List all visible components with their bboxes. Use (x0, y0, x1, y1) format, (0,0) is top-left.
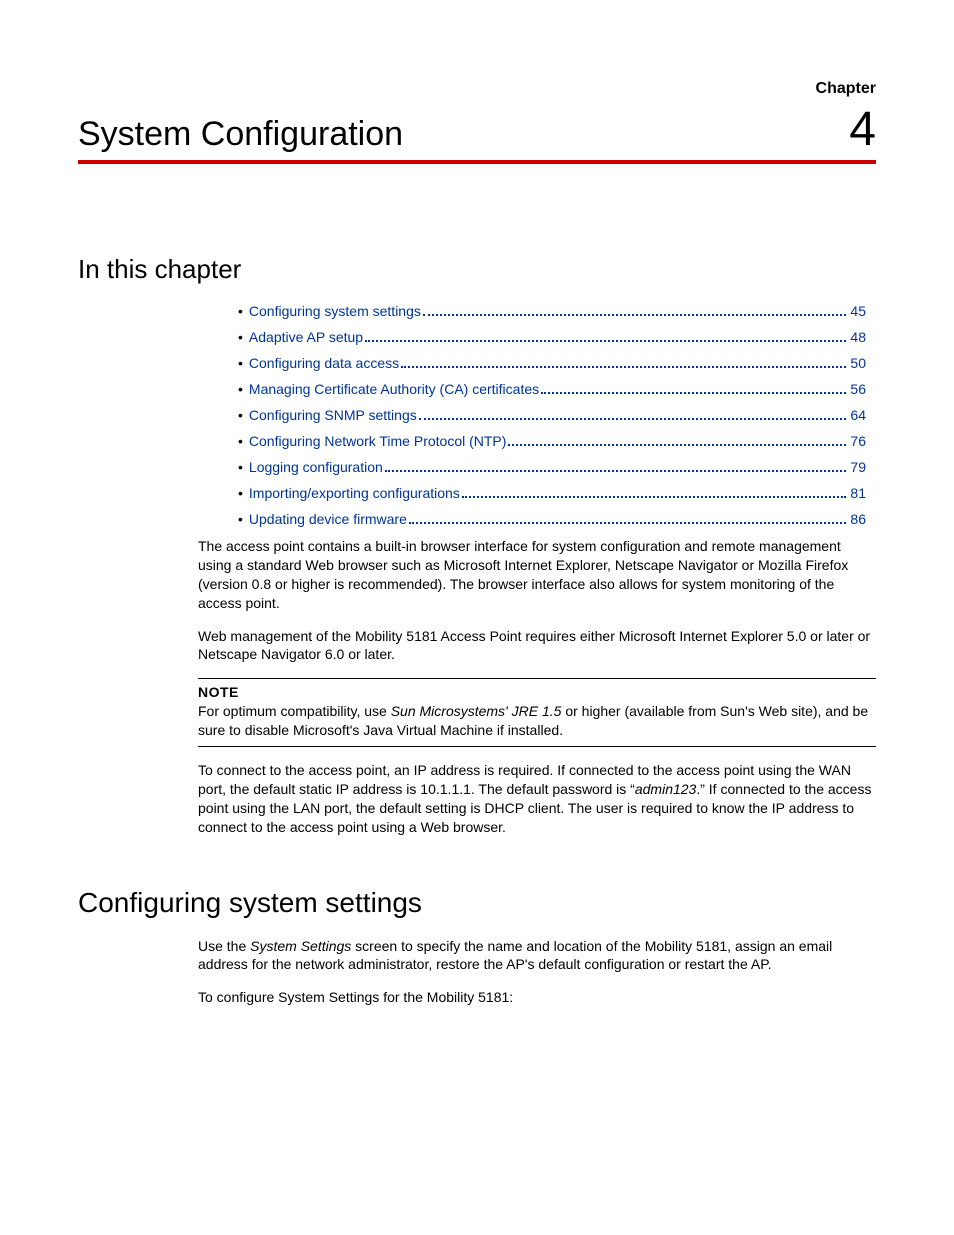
toc-label: Configuring data access (249, 355, 399, 371)
toc-label: Adaptive AP setup (249, 329, 363, 345)
note-text: For optimum compatibility, use (198, 703, 391, 719)
toc-item[interactable]: • Updating device firmware 86 (238, 511, 866, 527)
toc-page: 81 (850, 485, 866, 501)
chapter-title: System Configuration (78, 115, 403, 154)
toc-page: 86 (850, 511, 866, 527)
toc-label: Updating device firmware (249, 511, 407, 527)
section-in-this-chapter: In this chapter (78, 254, 876, 285)
section-configuring-system-settings: Configuring system settings (78, 887, 876, 919)
toc-label: Managing Certificate Authority (CA) cert… (249, 381, 539, 397)
title-underline (78, 160, 876, 164)
note-label: NOTE (198, 683, 876, 702)
toc-item[interactable]: • Importing/exporting configurations 81 (238, 485, 866, 501)
toc-leader (401, 366, 846, 368)
paragraph: Web management of the Mobility 5181 Acce… (198, 627, 876, 665)
toc-label: Configuring system settings (249, 303, 421, 319)
text-run: Use the (198, 938, 250, 954)
toc-page: 64 (850, 407, 866, 423)
toc-item[interactable]: • Logging configuration 79 (238, 459, 866, 475)
bullet-icon: • (238, 355, 243, 371)
bullet-icon: • (238, 381, 243, 397)
toc-item[interactable]: • Managing Certificate Authority (CA) ce… (238, 381, 866, 397)
toc-leader (541, 392, 846, 394)
toc-item[interactable]: • Configuring SNMP settings 64 (238, 407, 866, 423)
toc-page: 79 (850, 459, 866, 475)
toc-page: 48 (850, 329, 866, 345)
body-paragraphs: Use the System Settings screen to specif… (198, 937, 876, 1008)
bullet-icon: • (238, 459, 243, 475)
bullet-icon: • (238, 303, 243, 319)
table-of-contents: • Configuring system settings 45 • Adapt… (238, 303, 866, 527)
toc-page: 56 (850, 381, 866, 397)
chapter-label: Chapter (78, 80, 876, 98)
toc-item[interactable]: • Adaptive AP setup 48 (238, 329, 866, 345)
toc-item[interactable]: • Configuring system settings 45 (238, 303, 866, 319)
paragraph: To connect to the access point, an IP ad… (198, 761, 876, 837)
bullet-icon: • (238, 433, 243, 449)
toc-leader (462, 496, 847, 498)
toc-item[interactable]: • Configuring Network Time Protocol (NTP… (238, 433, 866, 449)
toc-leader (423, 314, 847, 316)
toc-leader (365, 340, 846, 342)
bullet-icon: • (238, 511, 243, 527)
toc-leader (508, 444, 846, 446)
bullet-icon: • (238, 329, 243, 345)
toc-item[interactable]: • Configuring data access 50 (238, 355, 866, 371)
text-emphasis: admin123 (635, 781, 697, 797)
note-block: NOTE For optimum compatibility, use Sun … (198, 678, 876, 747)
bullet-icon: • (238, 485, 243, 501)
bullet-icon: • (238, 407, 243, 423)
toc-leader (419, 418, 847, 420)
toc-label: Configuring Network Time Protocol (NTP) (249, 433, 507, 449)
body-paragraphs: The access point contains a built-in bro… (198, 537, 876, 664)
note-emphasis: Sun Microsystems' JRE 1.5 (391, 703, 562, 719)
chapter-number: 4 (849, 106, 876, 154)
toc-leader (385, 470, 847, 472)
toc-page: 76 (850, 433, 866, 449)
paragraph: To configure System Settings for the Mob… (198, 988, 876, 1007)
toc-page: 50 (850, 355, 866, 371)
toc-label: Configuring SNMP settings (249, 407, 417, 423)
toc-label: Logging configuration (249, 459, 383, 475)
toc-page: 45 (850, 303, 866, 319)
paragraph: Use the System Settings screen to specif… (198, 937, 876, 975)
toc-leader (409, 522, 847, 524)
body-paragraphs: To connect to the access point, an IP ad… (198, 761, 876, 837)
title-row: System Configuration 4 (78, 106, 876, 154)
paragraph: The access point contains a built-in bro… (198, 537, 876, 613)
text-emphasis: System Settings (250, 938, 351, 954)
toc-label: Importing/exporting configurations (249, 485, 460, 501)
document-page: Chapter System Configuration 4 In this c… (0, 0, 954, 1081)
